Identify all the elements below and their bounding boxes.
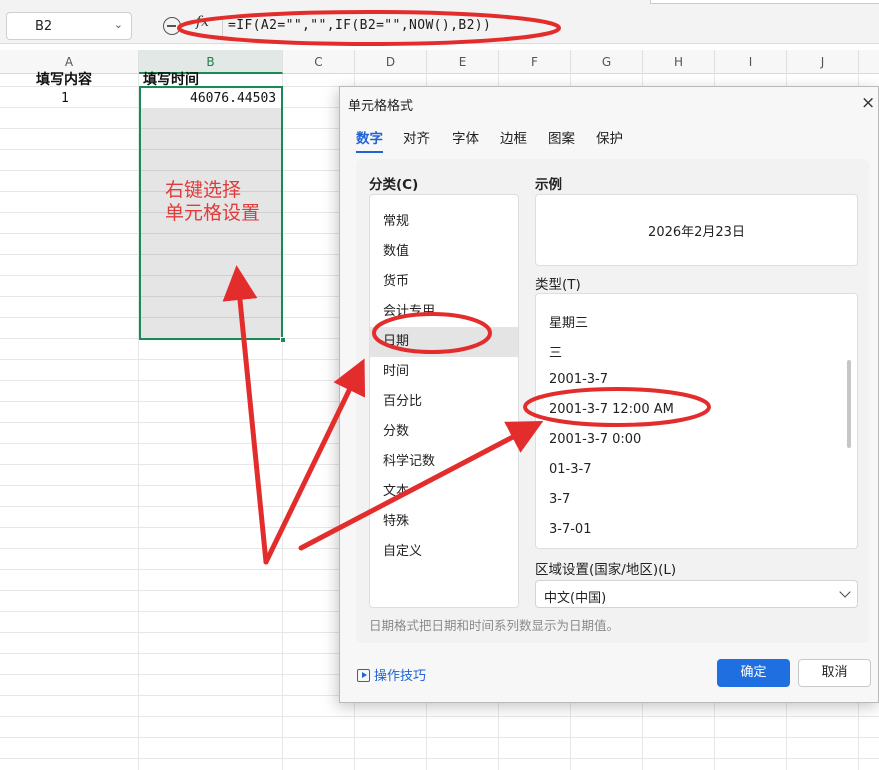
column-headers: ABCDEFGHIJ <box>0 50 879 74</box>
close-icon[interactable]: × <box>861 93 875 113</box>
grid-row-line <box>0 737 879 738</box>
format-description: 日期格式把日期和时间系列数显示为日期值。 <box>369 618 620 633</box>
function-icon[interactable]: fx <box>196 14 209 30</box>
grid-row-line <box>0 758 879 759</box>
annotation-line-2: 单元格设置 <box>165 202 261 224</box>
zoom-out-icon[interactable] <box>163 17 181 35</box>
name-box[interactable]: B2 ⌄ <box>6 12 132 40</box>
category-item-special[interactable]: 特殊 <box>370 507 518 537</box>
type-item-month-day-year[interactable]: 3-7-01 <box>549 522 591 537</box>
sample-value: 2026年2月23日 <box>648 225 745 240</box>
type-item-date[interactable]: 2001-3-7 <box>549 372 608 387</box>
divider <box>222 16 223 38</box>
formula-input[interactable]: =IF(A2="","",IF(B2="",NOW(),B2)) <box>228 18 491 33</box>
category-item-scientific[interactable]: 科学记数 <box>370 447 518 477</box>
grid-row-line <box>0 716 879 717</box>
column-header-e[interactable]: E <box>427 50 499 74</box>
column-header-f[interactable]: F <box>499 50 571 74</box>
category-item-percentage[interactable]: 百分比 <box>370 387 518 417</box>
category-item-number[interactable]: 数值 <box>370 237 518 267</box>
tab-protection[interactable]: 保护 <box>596 127 623 147</box>
category-item-custom[interactable]: 自定义 <box>370 537 518 567</box>
tab-font[interactable]: 字体 <box>452 127 479 147</box>
cell-a2[interactable]: 1 <box>61 91 69 106</box>
format-cells-dialog[interactable]: 单元格格式 × 数字 对齐 字体 边框 图案 保护 分类(C) 常规 数值 货币… <box>339 86 879 703</box>
column-header-g[interactable]: G <box>571 50 643 74</box>
type-list-scrollbar[interactable] <box>847 360 851 448</box>
annotation-text: 右键选择 单元格设置 <box>165 179 260 225</box>
type-item-weekday[interactable]: 星期三 <box>549 312 588 331</box>
category-item-general[interactable]: 常规 <box>370 207 518 237</box>
column-header-i[interactable]: I <box>715 50 787 74</box>
type-item-date-time-24h[interactable]: 2001-3-7 0:00 <box>549 432 641 447</box>
annotation-line-1: 右键选择 <box>165 179 242 201</box>
category-item-fraction[interactable]: 分数 <box>370 417 518 447</box>
tips-link[interactable]: 操作技巧 <box>357 665 426 684</box>
type-item-short-date[interactable]: 01-3-7 <box>549 462 591 477</box>
column-header-h[interactable]: H <box>643 50 715 74</box>
fill-handle[interactable] <box>280 337 286 343</box>
cancel-button[interactable]: 取消 <box>798 659 871 687</box>
formula-bar: B2 ⌄ fx =IF(A2="","",IF(B2="",NOW(),B2)) <box>0 0 879 44</box>
tab-border[interactable]: 边框 <box>500 127 527 147</box>
category-list[interactable]: 常规 数值 货币 会计专用 日期 时间 百分比 分数 科学记数 文本 特殊 自定… <box>369 194 519 608</box>
type-item-month-day[interactable]: 3-7 <box>549 492 570 507</box>
locale-label: 区域设置(国家/地区)(L) <box>535 562 677 578</box>
play-icon <box>357 669 370 682</box>
column-header-c[interactable]: C <box>283 50 355 74</box>
chevron-down-icon[interactable] <box>839 586 851 598</box>
cell-b2[interactable]: 46076.44503 <box>190 91 276 106</box>
sample-label: 示例 <box>535 177 562 193</box>
type-item-date-time-ampm[interactable]: 2001-3-7 12:00 AM <box>549 402 674 417</box>
tab-pattern[interactable]: 图案 <box>548 127 575 147</box>
column-header-j[interactable]: J <box>787 50 859 74</box>
locale-select[interactable]: 中文(中国) <box>535 580 858 608</box>
locale-value: 中文(中国) <box>544 591 607 606</box>
tips-link-label: 操作技巧 <box>374 669 427 684</box>
category-item-time[interactable]: 时间 <box>370 357 518 387</box>
category-label: 分类(C) <box>369 177 419 193</box>
chevron-down-icon[interactable]: ⌄ <box>114 18 123 31</box>
tab-number[interactable]: 数字 <box>356 127 383 153</box>
category-item-accounting[interactable]: 会计专用 <box>370 297 518 327</box>
dialog-title: 单元格格式 <box>348 99 414 114</box>
category-item-text[interactable]: 文本 <box>370 477 518 507</box>
type-list[interactable]: 星期三 三 2001-3-7 2001-3-7 12:00 AM 2001-3-… <box>535 293 858 549</box>
ok-button[interactable]: 确定 <box>717 659 790 687</box>
column-header-d[interactable]: D <box>355 50 427 74</box>
sample-preview: 2026年2月23日 <box>535 194 858 266</box>
type-label: 类型(T) <box>535 277 581 293</box>
tab-alignment[interactable]: 对齐 <box>403 127 430 147</box>
category-item-date[interactable]: 日期 <box>370 327 518 357</box>
type-item-weekday-short[interactable]: 三 <box>549 342 562 361</box>
cell-reference: B2 <box>35 19 53 34</box>
background-window-edge <box>650 0 879 4</box>
cell-a1[interactable]: 填写内容 <box>36 69 92 89</box>
category-item-currency[interactable]: 货币 <box>370 267 518 297</box>
